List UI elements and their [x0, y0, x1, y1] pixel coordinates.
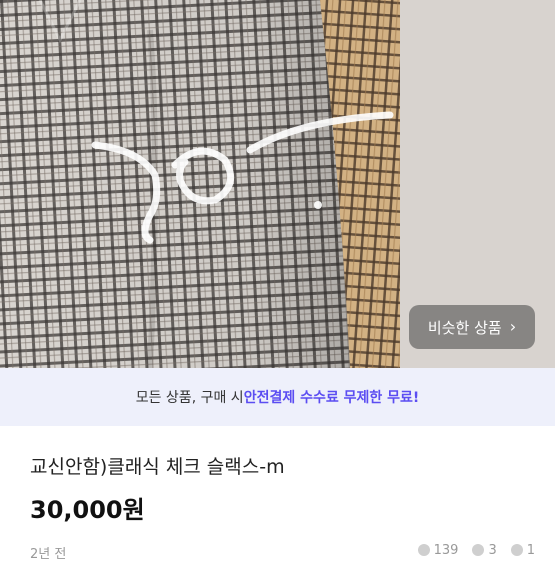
- safe-payment-banner[interactable]: 모든 상품, 구매 시 안전결제 수수료 무제한 무료!: [0, 368, 555, 426]
- product-title: 교신안함)클래식 체크 슬랙스-m: [30, 456, 285, 478]
- product-photo[interactable]: 비슷한 상품 ›: [0, 0, 555, 368]
- heart-icon: [472, 544, 485, 556]
- similar-products-button[interactable]: 비슷한 상품 ›: [409, 305, 535, 349]
- promo-prefix: 모든 상품, 구매 시: [135, 390, 244, 406]
- similar-products-label: 비슷한 상품: [427, 318, 502, 337]
- likes-count: 3: [488, 542, 497, 558]
- eye-icon: [417, 544, 430, 556]
- product-price: 30,000원: [30, 496, 145, 524]
- chevron-right-icon: ›: [509, 317, 517, 336]
- promo-highlight: 안전결제 수수료 무제한 무료!: [243, 390, 420, 406]
- chats-count: 1: [526, 542, 535, 558]
- views-count: 139: [433, 542, 459, 558]
- chat-icon: [510, 544, 523, 556]
